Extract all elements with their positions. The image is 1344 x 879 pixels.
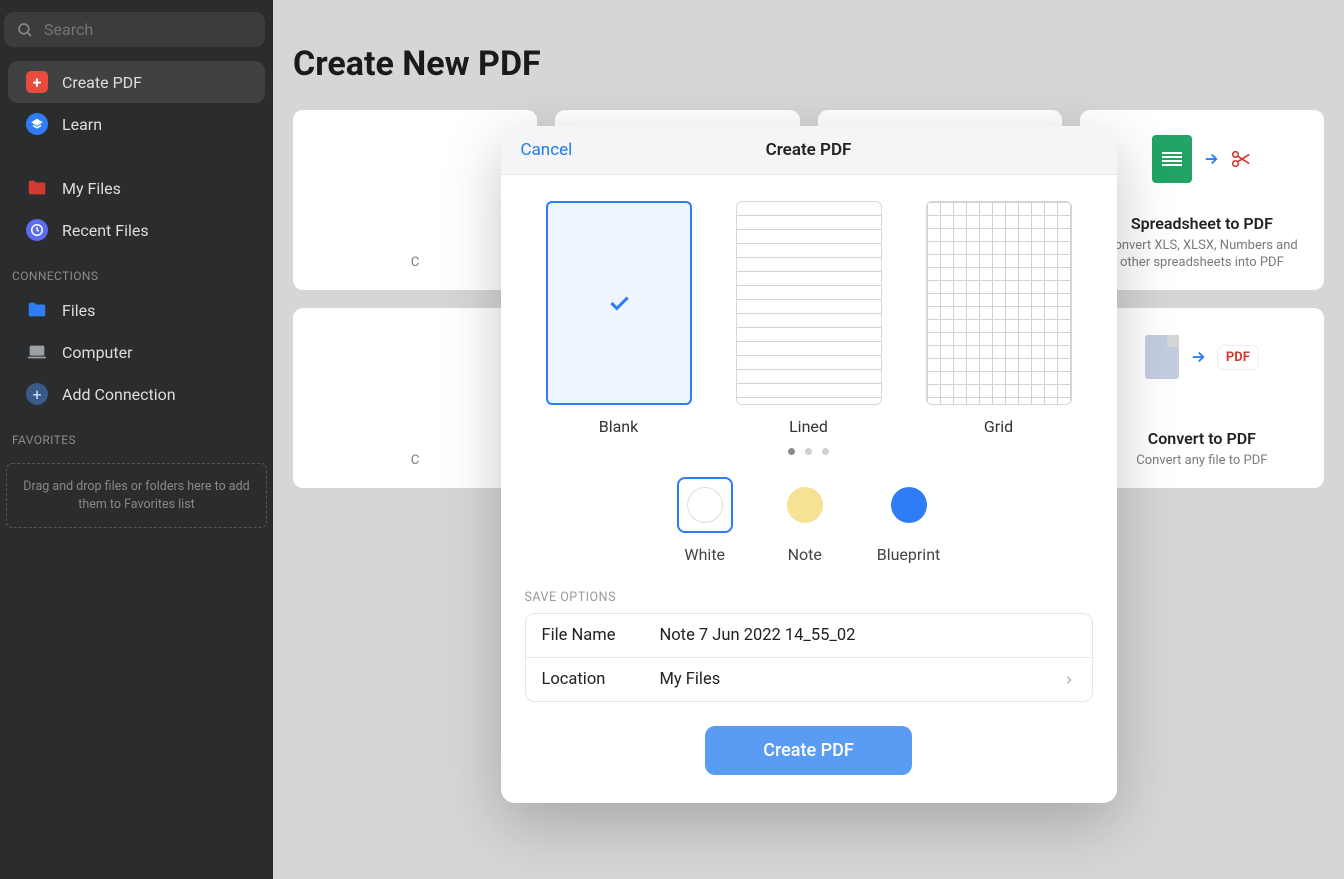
favorites-label: FAVORITES — [0, 415, 273, 453]
dot[interactable] — [788, 448, 795, 455]
template-preview — [546, 201, 692, 405]
color-label: Note — [788, 545, 822, 564]
color-label: Blueprint — [877, 545, 941, 564]
favorites-dropzone[interactable]: Drag and drop files or folders here to a… — [6, 463, 267, 528]
sidebar-item-label: Learn — [62, 115, 102, 134]
sidebar-item-add-connection[interactable]: + Add Connection — [8, 373, 265, 415]
dot[interactable] — [822, 448, 829, 455]
dot[interactable] — [805, 448, 812, 455]
check-icon — [606, 290, 632, 316]
filename-value: Note 7 Jun 2022 14_55_02 — [660, 626, 1076, 645]
template-preview — [736, 201, 882, 405]
sidebar-item-files[interactable]: Files — [8, 289, 265, 331]
sidebar-item-label: Recent Files — [62, 221, 149, 240]
search-icon — [16, 21, 34, 39]
color-swatch — [787, 487, 823, 523]
template-label: Lined — [789, 417, 828, 436]
color-swatch — [891, 487, 927, 523]
modal-title: Create PDF — [501, 140, 1117, 160]
save-options-group: File Name Note 7 Jun 2022 14_55_02 Locat… — [525, 613, 1093, 702]
create-pdf-modal: Cancel Create PDF Blank Lined — [501, 126, 1117, 803]
sidebar-item-learn[interactable]: Learn — [8, 103, 265, 145]
sidebar-item-create-pdf[interactable]: + Create PDF — [8, 61, 265, 103]
template-preview — [926, 201, 1072, 405]
search-box[interactable] — [4, 12, 265, 47]
search-input[interactable] — [44, 20, 253, 39]
cancel-button[interactable]: Cancel — [521, 140, 573, 160]
connections-label: CONNECTIONS — [0, 251, 273, 289]
sidebar: + Create PDF Learn My Files Recent Files… — [0, 0, 273, 879]
color-white[interactable]: White — [677, 477, 733, 564]
modal-backdrop: Cancel Create PDF Blank Lined — [273, 0, 1344, 879]
sidebar-item-label: Files — [62, 301, 95, 320]
location-row[interactable]: Location My Files — [526, 658, 1092, 701]
clock-icon — [26, 219, 48, 241]
sidebar-item-label: Computer — [62, 343, 133, 362]
template-label: Blank — [599, 417, 639, 436]
sidebar-item-recent-files[interactable]: Recent Files — [8, 209, 265, 251]
color-swatch — [687, 487, 723, 523]
main-content: Create New PDF C ges and a PDF Spreadshe… — [273, 0, 1344, 879]
save-options-label: SAVE OPTIONS — [525, 590, 1093, 605]
color-row: White Note Blueprint — [525, 477, 1093, 564]
color-label: White — [684, 545, 725, 564]
template-blank[interactable]: Blank — [546, 201, 692, 436]
location-label: Location — [542, 670, 660, 689]
plus-icon: + — [26, 71, 48, 93]
template-lined[interactable]: Lined — [736, 201, 882, 436]
sidebar-item-my-files[interactable]: My Files — [8, 167, 265, 209]
plus-circle-icon: + — [26, 383, 48, 405]
modal-header: Cancel Create PDF — [501, 126, 1117, 175]
laptop-icon — [26, 341, 48, 363]
create-pdf-button[interactable]: Create PDF — [705, 726, 912, 775]
color-note[interactable]: Note — [777, 477, 833, 564]
template-label: Grid — [984, 417, 1013, 436]
sidebar-item-label: Add Connection — [62, 385, 176, 404]
folder-icon — [26, 299, 48, 321]
chevron-right-icon — [1062, 673, 1076, 687]
folder-icon — [26, 177, 48, 199]
sidebar-item-computer[interactable]: Computer — [8, 331, 265, 373]
template-grid[interactable]: Grid — [926, 201, 1072, 436]
sidebar-item-label: My Files — [62, 179, 121, 198]
sidebar-item-label: Create PDF — [62, 73, 142, 92]
color-blueprint[interactable]: Blueprint — [877, 477, 941, 564]
cap-icon — [26, 113, 48, 135]
location-value: My Files — [660, 670, 1062, 689]
template-row: Blank Lined Grid — [525, 201, 1093, 436]
filename-row[interactable]: File Name Note 7 Jun 2022 14_55_02 — [526, 614, 1092, 658]
filename-label: File Name — [542, 626, 660, 645]
page-dots — [525, 448, 1093, 455]
